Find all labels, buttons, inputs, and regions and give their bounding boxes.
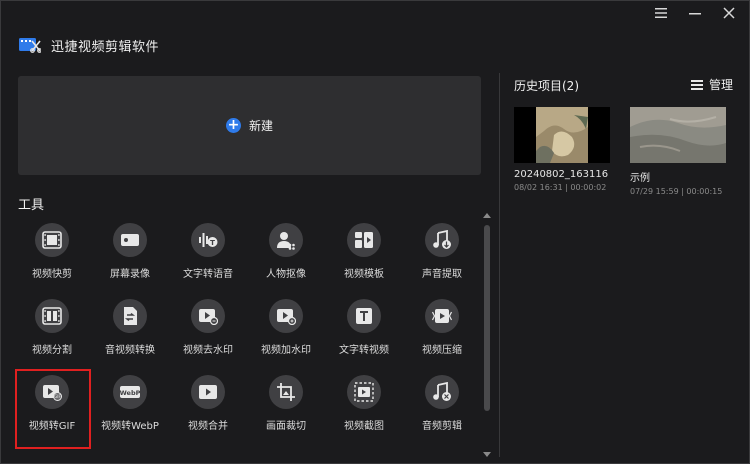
convert-icon	[113, 299, 147, 333]
screenshot-icon	[347, 375, 381, 409]
webp-icon: WebP	[113, 375, 147, 409]
app-title: 迅捷视频剪辑软件	[51, 40, 160, 55]
tool-text-to-video[interactable]: 文字转视频	[325, 295, 403, 371]
svg-text:WebP: WebP	[120, 389, 141, 397]
history-item-meta: 08/02 16:31 | 00:00:02	[514, 183, 607, 192]
tool-label: 视频截图	[344, 421, 384, 432]
scroll-up-icon[interactable]	[483, 213, 491, 218]
manage-label: 管理	[708, 78, 733, 92]
tool-video-to-gif[interactable]: GIF 视频转GIF	[13, 369, 91, 449]
tool-video-compress[interactable]: 视频压缩	[403, 295, 481, 371]
history-item-name: 20240802_163116	[514, 169, 609, 180]
history-item[interactable]: 示例 07/29 15:59 | 00:00:15	[630, 107, 728, 196]
tool-label: 人物抠像	[266, 269, 306, 280]
tool-video-screenshot[interactable]: 视频截图	[325, 371, 403, 447]
tool-label: 视频分割	[32, 345, 72, 356]
app-logo-icon	[19, 35, 42, 53]
tool-video-split[interactable]: 视频分割	[13, 295, 91, 371]
new-project-label: 新建	[248, 119, 273, 133]
plus-circle-icon: +	[225, 117, 241, 133]
tools-scrollbar[interactable]	[483, 213, 491, 457]
tool-label: 视频合并	[188, 421, 228, 432]
minimize-icon[interactable]	[687, 7, 703, 23]
history-thumbnail	[630, 107, 726, 163]
crop-icon	[269, 375, 303, 409]
gif-icon: GIF	[35, 375, 69, 409]
compress-icon	[425, 299, 459, 333]
remove-watermark-icon	[191, 299, 225, 333]
tool-person-cutout[interactable]: 人物抠像	[247, 219, 325, 295]
tool-label: 屏幕录像	[110, 269, 150, 280]
tool-av-convert[interactable]: 音视频转换	[91, 295, 169, 371]
hamburger-icon[interactable]	[653, 7, 669, 23]
history-thumbnail	[514, 107, 610, 163]
tool-label: 画面裁切	[266, 421, 306, 432]
scroll-down-icon[interactable]	[483, 452, 491, 457]
tool-label: 视频去水印	[183, 345, 233, 356]
add-watermark-icon	[269, 299, 303, 333]
screen-record-icon	[113, 223, 147, 257]
manage-button[interactable]: 管理	[690, 76, 733, 93]
window-controls	[653, 7, 737, 23]
tool-label: 视频转WebP	[101, 421, 159, 432]
tool-add-watermark[interactable]: 视频加水印	[247, 295, 325, 371]
tool-label: 视频压缩	[422, 345, 462, 356]
tool-label: 音频剪辑	[422, 421, 462, 432]
history-item-meta: 07/29 15:59 | 00:00:15	[630, 187, 723, 196]
tool-video-merge[interactable]: 视频合并	[169, 371, 247, 447]
panel-divider	[499, 73, 500, 457]
person-cutout-icon	[269, 223, 303, 257]
tool-label: 视频快剪	[32, 269, 72, 280]
tool-crop-frame[interactable]: 画面裁切	[247, 371, 325, 447]
tool-remove-watermark[interactable]: 视频去水印	[169, 295, 247, 371]
svg-text:T: T	[210, 239, 215, 247]
tool-video-quick-cut[interactable]: 视频快剪	[13, 219, 91, 295]
tool-label: 文字转语音	[183, 269, 233, 280]
tool-label: 音视频转换	[105, 345, 155, 356]
split-icon	[35, 299, 69, 333]
tool-screen-record[interactable]: 屏幕录像	[91, 219, 169, 295]
tool-label: 视频加水印	[261, 345, 311, 356]
tool-text-to-speech[interactable]: T 文字转语音	[169, 219, 247, 295]
text-to-video-icon	[347, 299, 381, 333]
history-item-name: 示例	[630, 173, 650, 184]
audio-extract-icon	[425, 223, 459, 257]
history-item[interactable]: 20240802_163116 08/02 16:31 | 00:00:02	[514, 107, 612, 192]
tool-video-template[interactable]: 视频模板	[325, 219, 403, 295]
new-project-button[interactable]: + 新建	[18, 76, 481, 175]
audio-edit-icon	[425, 375, 459, 409]
text-to-speech-icon: T	[191, 223, 225, 257]
close-icon[interactable]	[721, 7, 737, 23]
list-icon	[690, 79, 703, 90]
template-icon	[347, 223, 381, 257]
merge-icon	[191, 375, 225, 409]
tools-heading: 工具	[18, 198, 45, 213]
tool-label: 视频模板	[344, 269, 384, 280]
history-title: 历史项目(2)	[514, 79, 579, 93]
tool-audio-edit[interactable]: 音频剪辑	[403, 371, 481, 447]
tool-video-to-webp[interactable]: WebP 视频转WebP	[91, 371, 169, 447]
svg-text:GIF: GIF	[54, 394, 61, 399]
tool-label: 视频转GIF	[28, 421, 76, 432]
tool-label: 文字转视频	[339, 345, 389, 356]
film-icon	[35, 223, 69, 257]
app-window: 迅捷视频剪辑软件 + 新建 工具 视频快剪 屏幕录像 T 文字转语音 人物抠像 …	[0, 0, 750, 464]
tools-grid: 视频快剪 屏幕录像 T 文字转语音 人物抠像 视频模板 声音提取 视频分割 音视…	[13, 219, 481, 449]
tool-label: 声音提取	[422, 269, 462, 280]
tool-audio-extract[interactable]: 声音提取	[403, 219, 481, 295]
scroll-thumb[interactable]	[484, 225, 490, 411]
